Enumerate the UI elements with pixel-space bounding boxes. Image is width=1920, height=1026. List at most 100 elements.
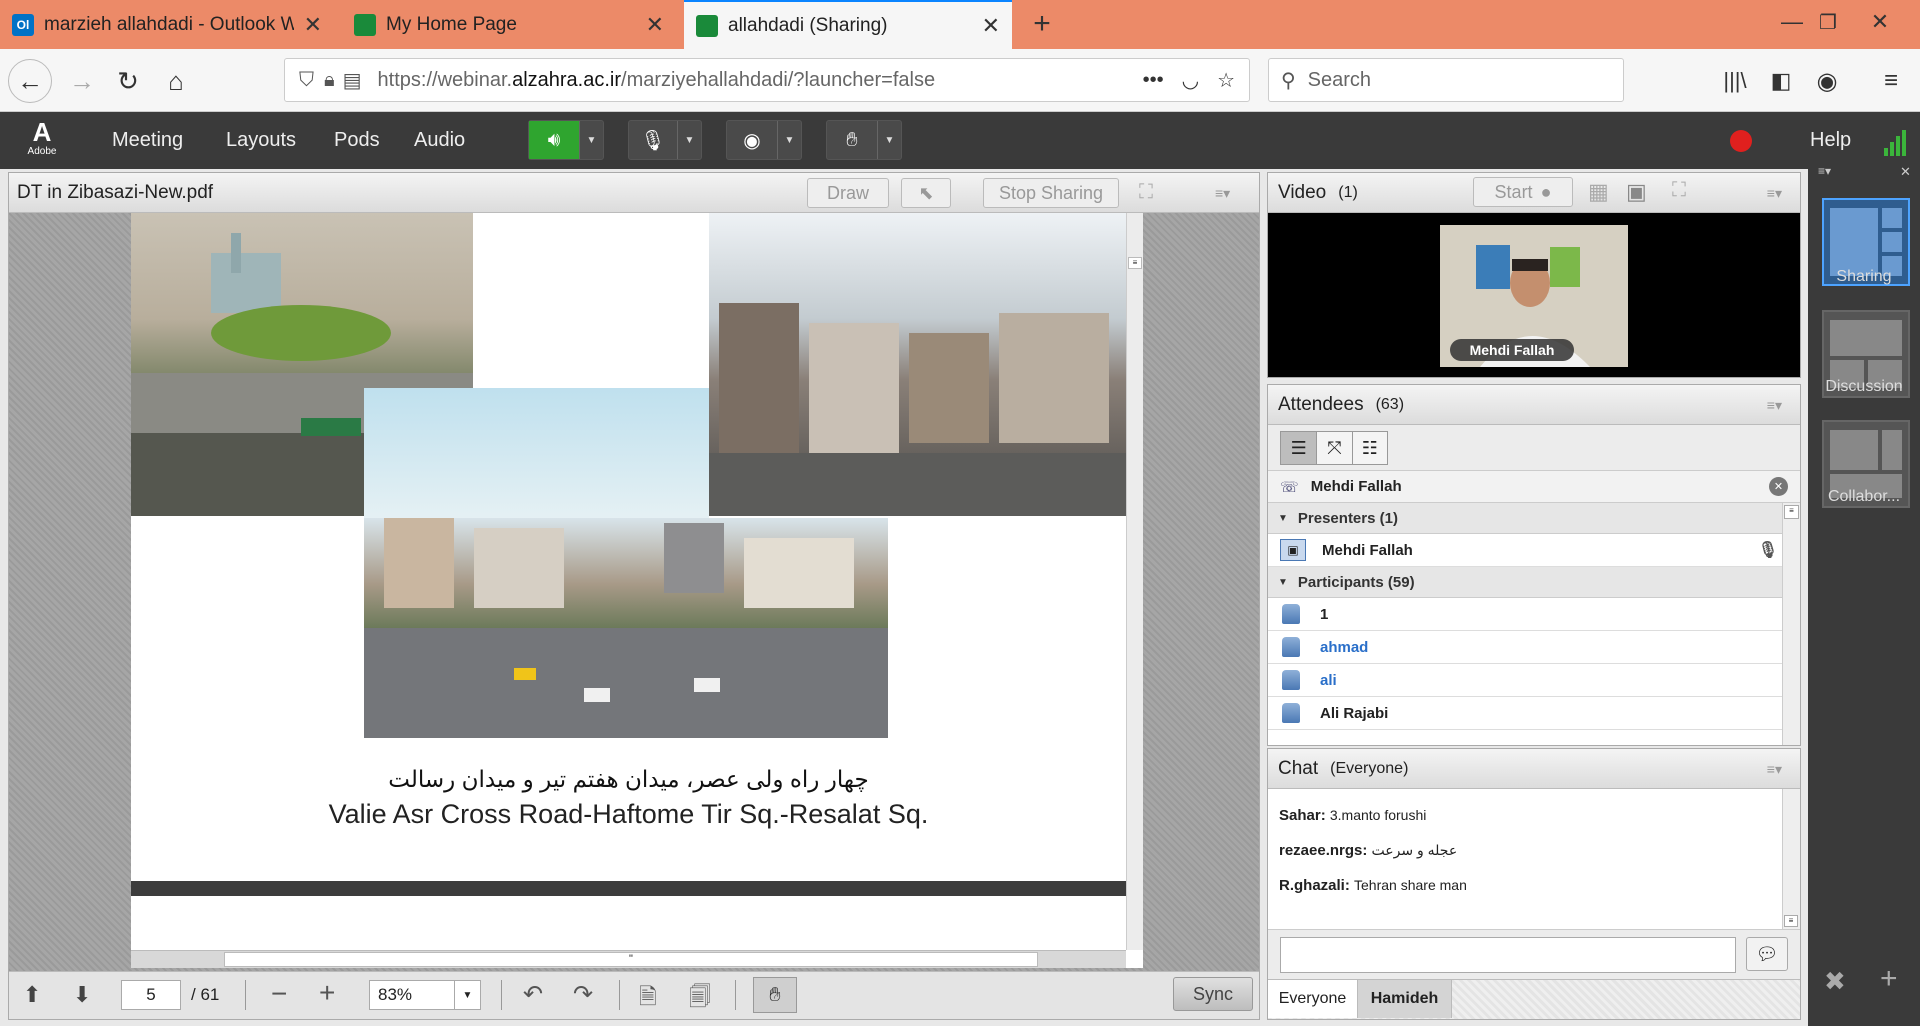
webcam-button[interactable]: ◉ ▼ — [726, 120, 802, 160]
back-icon[interactable]: ← — [8, 59, 52, 103]
tab-title: allahdadi (Sharing) — [728, 14, 888, 36]
home-icon[interactable]: ⌂ — [156, 59, 196, 103]
pod-options-icon[interactable]: ≡▾ — [1215, 185, 1230, 202]
chat-tab-everyone[interactable]: Everyone — [1268, 980, 1358, 1018]
send-message-icon[interactable]: 💬︎ — [1746, 937, 1788, 971]
status-view-icon[interactable]: ☷ — [1351, 432, 1387, 464]
chat-tab-label: Hamideh — [1370, 990, 1439, 1007]
tab-sharing[interactable]: allahdadi (Sharing) ✕ — [684, 0, 1012, 49]
pocket-icon[interactable]: ◡ — [1182, 68, 1199, 93]
pod-options-icon[interactable]: ≡▾ — [1767, 397, 1782, 414]
close-icon[interactable]: ✕ — [1769, 477, 1788, 496]
sidebar-icon[interactable]: ◧ — [1762, 59, 1800, 103]
zoom-select[interactable]: 83% ▼ — [369, 980, 481, 1010]
menu-audio[interactable]: Audio — [414, 112, 465, 169]
horizontal-scrollbar[interactable]: " — [131, 950, 1126, 968]
filmstrip-view-icon[interactable]: ▣ — [1626, 179, 1647, 205]
selected-attendee-row[interactable]: ☏ Mehdi Fallah ✕ — [1268, 471, 1800, 503]
participants-group-header[interactable]: ▼ Participants (59) — [1268, 567, 1800, 598]
save-document-icon[interactable]: 🗎︎ — [639, 980, 657, 1018]
reload-icon[interactable]: ↻ — [108, 59, 148, 103]
menu-meeting[interactable]: Meeting — [112, 112, 183, 169]
sync-button[interactable]: Sync — [1173, 977, 1253, 1011]
chevron-down-icon[interactable]: ▼ — [579, 121, 603, 159]
redo-icon[interactable]: ↷ — [573, 980, 593, 1009]
breakout-view-icon[interactable]: ⤧ — [1316, 432, 1351, 464]
chevron-down-icon[interactable]: ▼ — [677, 121, 701, 159]
attendee-list-scrollbar[interactable]: ≡ — [1782, 503, 1800, 745]
pod-options-icon[interactable]: ≡▾ — [1767, 185, 1782, 202]
zoom-out-icon[interactable]: − — [271, 978, 287, 1010]
menu-layouts[interactable]: Layouts — [226, 112, 296, 169]
chat-tab-hamideh[interactable]: Hamideh — [1358, 980, 1452, 1018]
page-actions-icon[interactable]: ••• — [1143, 69, 1164, 92]
next-page-icon[interactable]: ⬇ — [73, 982, 91, 1008]
tab-my-home-page[interactable]: My Home Page ✕ — [342, 0, 676, 49]
list-item[interactable]: ahmad — [1268, 631, 1800, 664]
url-bar[interactable]: ⛉ 🔒︎ ▤ https://webinar. alzahra.ac.ir/mar… — [284, 58, 1250, 102]
list-item[interactable]: ali — [1268, 664, 1800, 697]
tab-outlook[interactable]: Ol marzieh allahdadi - Outlook W ✕ — [0, 0, 334, 49]
connect-menu-bar: A Adobe Meeting Layouts Pods Audio 🔊︎ ▼ … — [0, 112, 1920, 169]
close-window-icon[interactable]: ✕ — [1860, 4, 1900, 40]
start-webcam-button[interactable]: Start ● — [1473, 177, 1573, 207]
url-prefix: https://webinar. — [377, 68, 513, 91]
hamburger-menu-icon[interactable]: ≡ — [1872, 59, 1910, 103]
list-view-icon[interactable]: ☰ — [1281, 432, 1317, 464]
list-item[interactable]: ▣ Mehdi Fallah 🎙︎ — [1268, 534, 1800, 567]
undo-icon[interactable]: ↶ — [523, 980, 543, 1009]
stop-sharing-button[interactable]: Stop Sharing — [983, 178, 1119, 208]
webcam-icon: ◉ — [743, 129, 761, 152]
layouts-menu-icon[interactable]: ≡▾ — [1818, 164, 1831, 178]
microphone-button[interactable]: 🎙︎ ▼ — [628, 120, 702, 160]
list-item[interactable]: 1 — [1268, 598, 1800, 631]
close-tab-icon[interactable]: ✕ — [304, 12, 322, 38]
scroll-thumb[interactable]: ≡ — [1128, 257, 1142, 269]
pointer-button[interactable]: ⬉ — [901, 178, 951, 208]
video-pod: Video (1) Start ● ▦ ▣ ⛶ ≡▾ Mehdi Fallah — [1267, 172, 1801, 378]
record-indicator-icon[interactable] — [1730, 130, 1752, 152]
presenters-group-header[interactable]: ▼ Presenters (1) — [1268, 503, 1800, 534]
page-icon: ▤ — [342, 69, 362, 92]
search-icon: ⚲ — [1281, 69, 1296, 92]
forward-icon[interactable]: → — [62, 59, 102, 103]
horizontal-scroll-thumb[interactable]: " — [224, 952, 1038, 967]
chevron-down-icon[interactable]: ▼ — [877, 121, 901, 159]
account-icon[interactable]: ◉ — [1808, 59, 1846, 103]
hand-tool-icon[interactable]: ✋︎ — [753, 977, 797, 1013]
manage-layouts-icon[interactable]: ✖ — [1824, 966, 1846, 997]
close-tab-icon[interactable]: ✕ — [646, 12, 664, 38]
zoom-in-icon[interactable]: + — [319, 977, 335, 1009]
participant-name: Ali Rajabi — [1320, 704, 1389, 722]
search-input[interactable]: ⚲ Search — [1268, 58, 1624, 102]
chevron-down-icon[interactable]: ▼ — [454, 981, 480, 1009]
grid-view-icon[interactable]: ▦ — [1588, 179, 1609, 205]
restore-icon[interactable]: ❐ — [1810, 4, 1846, 40]
chevron-down-icon[interactable]: ▼ — [777, 121, 801, 159]
divider — [501, 980, 502, 1010]
menu-pods[interactable]: Pods — [334, 112, 380, 169]
close-tab-icon[interactable]: ✕ — [982, 13, 1000, 39]
scroll-thumb[interactable]: ≡ — [1784, 915, 1798, 927]
vertical-scrollbar[interactable]: ≡ — [1126, 213, 1143, 966]
draw-button[interactable]: Draw — [807, 178, 889, 208]
scroll-thumb[interactable]: ≡ — [1784, 505, 1799, 519]
previous-page-icon[interactable]: ⬆ — [23, 982, 41, 1008]
fullscreen-icon[interactable]: ⛶ — [1139, 181, 1153, 204]
bookmark-star-icon[interactable]: ☆ — [1217, 68, 1235, 93]
fullscreen-icon[interactable]: ⛶ — [1672, 179, 1686, 202]
list-item[interactable]: Ali Rajabi — [1268, 697, 1800, 730]
minimize-icon[interactable]: — — [1774, 4, 1810, 40]
chat-input[interactable] — [1280, 937, 1736, 973]
new-tab-icon[interactable]: + — [1022, 6, 1062, 42]
speaker-button[interactable]: 🔊︎ ▼ — [528, 120, 604, 160]
participant-name: ahmad — [1320, 638, 1369, 656]
library-icon[interactable]: |||\ — [1716, 59, 1754, 103]
clear-annotations-icon[interactable]: 🗐︎ — [689, 980, 711, 1018]
add-layout-icon[interactable]: + — [1880, 962, 1898, 996]
status-button[interactable]: ✋︎ ▼ — [826, 120, 902, 160]
close-icon[interactable]: ✕ — [1900, 164, 1911, 180]
chat-scrollbar[interactable]: ≡ — [1782, 789, 1800, 929]
pod-options-icon[interactable]: ≡▾ — [1767, 761, 1782, 778]
page-number-input[interactable]: 5 — [121, 980, 181, 1010]
